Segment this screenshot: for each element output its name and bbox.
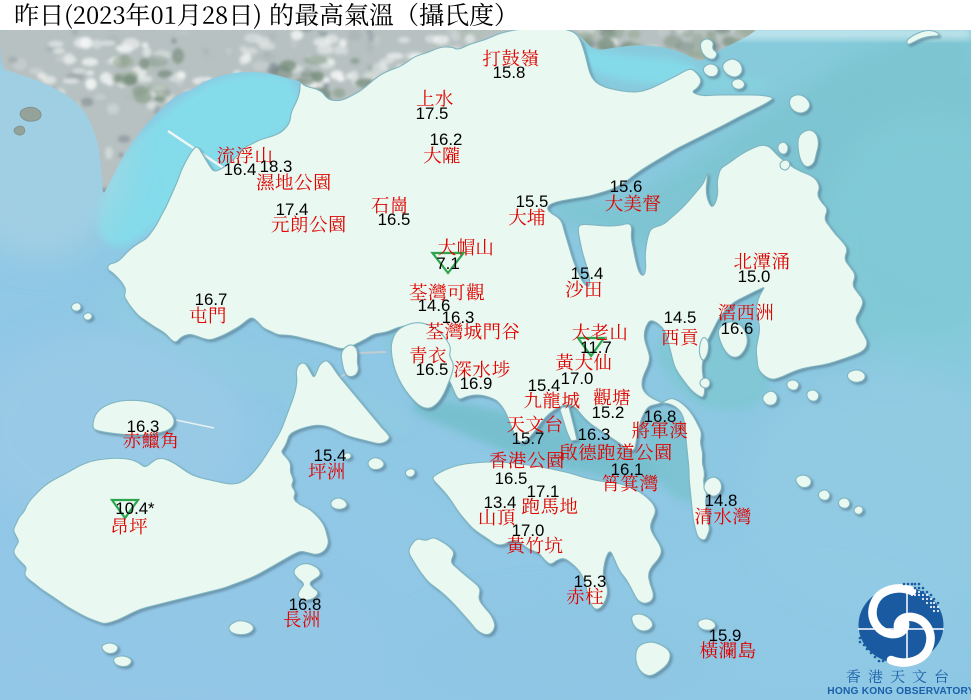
svg-text:香港天文台: 香港天文台 [846, 668, 956, 686]
svg-text:HONG KONG OBSERVATORY: HONG KONG OBSERVATORY [827, 686, 971, 697]
